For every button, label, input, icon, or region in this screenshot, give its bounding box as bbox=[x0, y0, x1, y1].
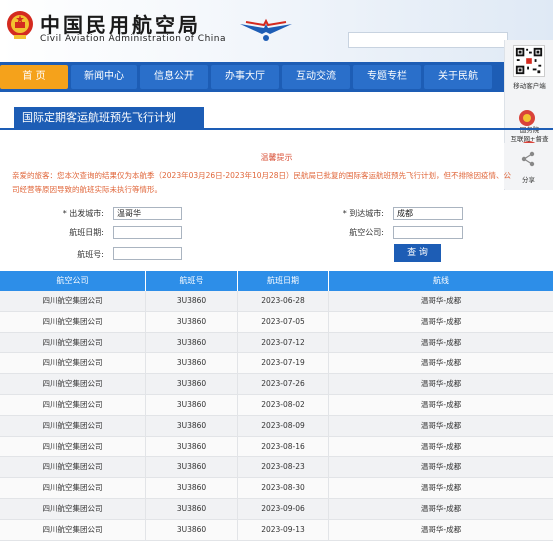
cell-flight-date: 2023-09-13 bbox=[238, 519, 329, 541]
cell-airline: 四川航空集团公司 bbox=[0, 478, 146, 499]
cell-flight-number: 3U3860 bbox=[146, 457, 238, 479]
cell-flight-number: 3U3860 bbox=[146, 395, 238, 416]
notice-title: 温馨提示 bbox=[260, 153, 293, 162]
table-row: 四川航空集团公司 3U3860 2023-07-05 温哥华-成都 bbox=[0, 311, 553, 333]
cell-flight-date: 2023-07-12 bbox=[238, 332, 329, 354]
table-row: 四川航空集团公司 3U3860 2023-07-19 温哥华-成都 bbox=[0, 353, 553, 375]
cell-route: 温哥华-成都 bbox=[329, 395, 553, 416]
main-nav: 首 页 新闻中心 信息公开 办事大厅 互动交流 专题专栏 关于民航 bbox=[0, 62, 553, 92]
table-row: 四川航空集团公司 3U3860 2023-07-12 温哥华-成都 bbox=[0, 332, 553, 354]
nav-info-public[interactable]: 信息公开 bbox=[140, 65, 208, 89]
nav-special-topics[interactable]: 专题专栏 bbox=[353, 65, 421, 89]
cell-flight-number: 3U3860 bbox=[146, 374, 238, 395]
table-row: 四川航空集团公司 3U3860 2023-09-13 温哥华-成都 bbox=[0, 519, 553, 541]
table-row: 四川航空集团公司 3U3860 2023-08-23 温哥华-成都 bbox=[0, 457, 553, 479]
mobile-client-label[interactable]: 移动客户端 bbox=[505, 82, 553, 90]
table-row: 四川航空集团公司 3U3860 2023-07-26 温哥华-成都 bbox=[0, 374, 553, 395]
cell-flight-date: 2023-07-19 bbox=[238, 353, 329, 375]
table-header: 航空公司 航班号 航班日期 航线 bbox=[0, 271, 553, 291]
cell-flight-number: 3U3860 bbox=[146, 499, 238, 520]
cell-route: 温哥华-成都 bbox=[329, 457, 553, 479]
cell-airline: 四川航空集团公司 bbox=[0, 436, 146, 458]
cell-airline: 四川航空集团公司 bbox=[0, 395, 146, 416]
table-row: 四川航空集团公司 3U3860 2023-08-30 温哥华-成都 bbox=[0, 478, 553, 499]
nav-home[interactable]: 首 页 bbox=[0, 65, 68, 89]
header-airline: 航空公司 bbox=[0, 271, 146, 291]
cell-flight-date: 2023-08-23 bbox=[238, 457, 329, 479]
cell-route: 温哥华-成都 bbox=[329, 374, 553, 395]
flight-number-label: 航班号: bbox=[77, 250, 104, 259]
cell-flight-date: 2023-07-05 bbox=[238, 311, 329, 333]
cell-route: 温哥华-成都 bbox=[329, 353, 553, 375]
cell-route: 温哥华-成都 bbox=[329, 499, 553, 520]
site-title-en: Civil Aviation Administration of China bbox=[40, 34, 227, 44]
notice-body: 亲爱的旅客：您本次查询的结果仅为本航季（2023年03月26日-2023年10月… bbox=[12, 171, 512, 194]
from-city-label: * 出发城市: bbox=[62, 209, 104, 218]
to-city-input[interactable]: 成都 bbox=[393, 207, 463, 220]
cell-flight-date: 2023-07-26 bbox=[238, 374, 329, 395]
query-button[interactable]: 查 询 bbox=[394, 244, 441, 262]
nav-service-hall[interactable]: 办事大厅 bbox=[211, 65, 279, 89]
section-divider bbox=[0, 128, 553, 130]
to-city-label: * 到达城市: bbox=[342, 209, 384, 218]
cell-airline: 四川航空集团公司 bbox=[0, 311, 146, 333]
qr-code-icon[interactable] bbox=[513, 45, 545, 77]
cell-airline: 四川航空集团公司 bbox=[0, 499, 146, 520]
internet-supervision-label[interactable]: 互联网+督查 bbox=[505, 135, 553, 143]
national-emblem-icon bbox=[7, 11, 33, 39]
cell-flight-number: 3U3860 bbox=[146, 332, 238, 354]
flight-date-label: 航班日期: bbox=[69, 228, 104, 237]
cell-flight-date: 2023-06-28 bbox=[238, 291, 329, 312]
cell-flight-number: 3U3860 bbox=[146, 311, 238, 333]
table-row: 四川航空集团公司 3U3860 2023-08-02 温哥华-成都 bbox=[0, 395, 553, 416]
cell-route: 温哥华-成都 bbox=[329, 416, 553, 437]
flight-date-input[interactable] bbox=[113, 226, 182, 239]
cell-flight-date: 2023-08-02 bbox=[238, 395, 329, 416]
cell-flight-date: 2023-09-06 bbox=[238, 499, 329, 520]
cell-flight-number: 3U3860 bbox=[146, 478, 238, 499]
cell-flight-number: 3U3860 bbox=[146, 291, 238, 312]
cell-flight-number: 3U3860 bbox=[146, 436, 238, 458]
caac-logo-icon bbox=[240, 18, 292, 41]
header-flight-date: 航班日期 bbox=[238, 271, 329, 291]
cell-airline: 四川航空集团公司 bbox=[0, 415, 146, 437]
cell-route: 温哥华-成都 bbox=[329, 520, 553, 541]
table-row: 四川航空集团公司 3U3860 2023-08-16 温哥华-成都 bbox=[0, 436, 553, 458]
section-title: 国际定期客运航班预先飞行计划 bbox=[14, 107, 204, 128]
table-row: 四川航空集团公司 3U3860 2023-09-06 温哥华-成都 bbox=[0, 499, 553, 520]
cell-flight-date: 2023-08-16 bbox=[238, 436, 329, 458]
header-route: 航线 bbox=[433, 276, 449, 285]
table-row: 四川航空集团公司 3U3860 2023-08-09 温哥华-成都 bbox=[0, 415, 553, 437]
header-flight-number: 航班号 bbox=[146, 271, 238, 291]
cell-route: 温哥华-成都 bbox=[329, 312, 553, 333]
nav-interaction[interactable]: 互动交流 bbox=[282, 65, 350, 89]
cell-airline: 四川航空集团公司 bbox=[0, 457, 146, 479]
cell-airline: 四川航空集团公司 bbox=[0, 291, 146, 312]
cell-flight-date: 2023-08-30 bbox=[238, 478, 329, 499]
from-city-input[interactable]: 温哥华 bbox=[113, 207, 182, 220]
flight-number-input[interactable] bbox=[113, 247, 182, 260]
cell-route: 温哥华-成都 bbox=[329, 478, 553, 499]
nav-about[interactable]: 关于民航 bbox=[424, 65, 492, 89]
gov-badge-icon bbox=[519, 110, 535, 126]
site-search-input[interactable] bbox=[348, 32, 508, 48]
cell-airline: 四川航空集团公司 bbox=[0, 374, 146, 395]
cell-airline: 四川航空集团公司 bbox=[0, 519, 146, 541]
cell-flight-number: 3U3860 bbox=[146, 519, 238, 541]
cell-flight-number: 3U3860 bbox=[146, 415, 238, 437]
table-row: 四川航空集团公司 3U3860 2023-06-28 温哥华-成都 bbox=[0, 291, 553, 312]
nav-news[interactable]: 新闻中心 bbox=[71, 65, 137, 89]
cell-airline: 四川航空集团公司 bbox=[0, 353, 146, 375]
cell-route: 温哥华-成都 bbox=[329, 437, 553, 458]
cell-flight-date: 2023-08-09 bbox=[238, 415, 329, 437]
airline-label: 航空公司: bbox=[349, 228, 384, 237]
cell-route: 温哥华-成都 bbox=[329, 291, 553, 312]
cell-flight-number: 3U3860 bbox=[146, 353, 238, 375]
cell-route: 温哥华-成都 bbox=[329, 333, 553, 354]
cell-airline: 四川航空集团公司 bbox=[0, 332, 146, 354]
site-header: 中国民用航空局 Civil Aviation Administration of… bbox=[0, 0, 553, 62]
airline-input[interactable] bbox=[393, 226, 463, 239]
